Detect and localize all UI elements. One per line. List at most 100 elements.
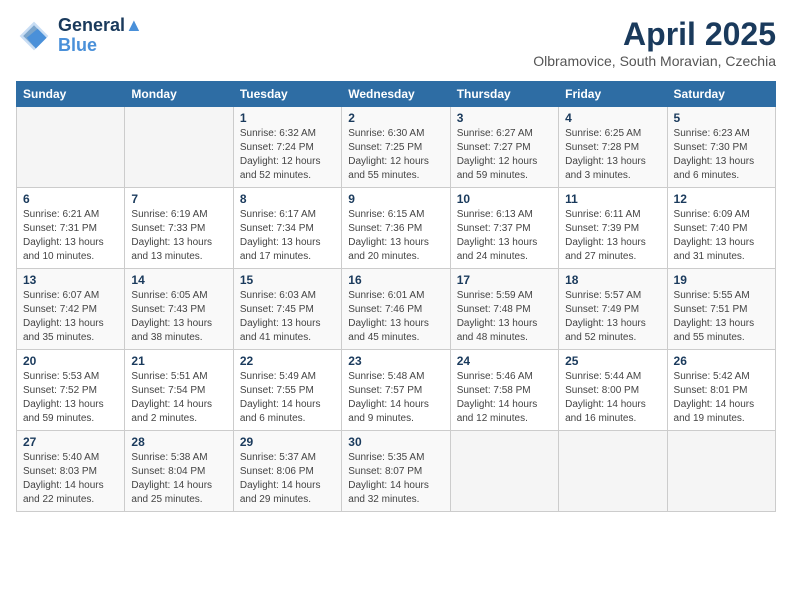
- day-number: 29: [240, 435, 335, 449]
- day-detail: Sunrise: 5:53 AM Sunset: 7:52 PM Dayligh…: [23, 370, 118, 426]
- weekday-header: Friday: [559, 82, 667, 107]
- calendar-week-row: 6Sunrise: 6:21 AM Sunset: 7:31 PM Daylig…: [17, 188, 776, 269]
- page-header: General▲ Blue April 2025 Olbramovice, So…: [16, 16, 776, 69]
- day-number: 1: [240, 111, 335, 125]
- calendar-header-row: SundayMondayTuesdayWednesdayThursdayFrid…: [17, 82, 776, 107]
- calendar-cell: 18 Sunrise: 5:57 AM Sunset: 7:49 PM Dayli…: [559, 269, 667, 350]
- calendar-cell: 12Sunrise: 6:09 AM Sunset: 7:40 PM Dayli…: [667, 188, 775, 269]
- calendar-cell: 24Sunrise: 5:46 AM Sunset: 7:58 PM Dayli…: [450, 350, 558, 431]
- weekday-header: Thursday: [450, 82, 558, 107]
- calendar-week-row: 1 Sunrise: 6:32 AM Sunset: 7:24 PM Daylig…: [17, 107, 776, 188]
- subtitle: Olbramovice, South Moravian, Czechia: [533, 53, 776, 69]
- day-detail: Sunrise: 5:59 AM Sunset: 7:48 PM Dayligh…: [457, 289, 552, 345]
- calendar-cell: 23 Sunrise: 5:48 AM Sunset: 7:57 PM Dayli…: [342, 350, 450, 431]
- calendar-cell: 1 Sunrise: 6:32 AM Sunset: 7:24 PM Daylig…: [233, 107, 341, 188]
- day-detail: Sunrise: 5:38 AM Sunset: 8:04 PM Dayligh…: [131, 451, 226, 507]
- day-number: 15: [240, 273, 335, 287]
- day-detail: Sunrise: 5:40 AM Sunset: 8:03 PM Dayligh…: [23, 451, 118, 507]
- day-number: 5: [674, 111, 769, 125]
- day-detail: Sunrise: 5:35 AM Sunset: 8:07 PM Dayligh…: [348, 451, 443, 507]
- day-number: 23: [348, 354, 443, 368]
- day-detail: Sunrise: 6:17 AM Sunset: 7:34 PM Dayligh…: [240, 208, 335, 264]
- calendar-cell: [559, 431, 667, 512]
- day-detail: Sunrise: 5:46 AM Sunset: 7:58 PM Dayligh…: [457, 370, 552, 426]
- day-detail: Sunrise: 6:07 AM Sunset: 7:42 PM Dayligh…: [23, 289, 118, 345]
- calendar-cell: [450, 431, 558, 512]
- calendar-cell: 14 Sunrise: 6:05 AM Sunset: 7:43 PM Dayli…: [125, 269, 233, 350]
- calendar-table: SundayMondayTuesdayWednesdayThursdayFrid…: [16, 81, 776, 512]
- day-number: 16: [348, 273, 443, 287]
- calendar-cell: 10 Sunrise: 6:13 AM Sunset: 7:37 PM Dayli…: [450, 188, 558, 269]
- calendar-cell: 20Sunrise: 5:53 AM Sunset: 7:52 PM Dayli…: [17, 350, 125, 431]
- calendar-cell: 25Sunrise: 5:44 AM Sunset: 8:00 PM Dayli…: [559, 350, 667, 431]
- calendar-cell: 9 Sunrise: 6:15 AM Sunset: 7:36 PM Daylig…: [342, 188, 450, 269]
- main-title: April 2025: [533, 16, 776, 53]
- day-number: 3: [457, 111, 552, 125]
- day-detail: Sunrise: 5:55 AM Sunset: 7:51 PM Dayligh…: [674, 289, 769, 345]
- day-detail: Sunrise: 5:44 AM Sunset: 8:00 PM Dayligh…: [565, 370, 660, 426]
- calendar-cell: [667, 431, 775, 512]
- calendar-cell: 19Sunrise: 5:55 AM Sunset: 7:51 PM Dayli…: [667, 269, 775, 350]
- calendar-cell: 22 Sunrise: 5:49 AM Sunset: 7:55 PM Dayli…: [233, 350, 341, 431]
- calendar-cell: 7 Sunrise: 6:19 AM Sunset: 7:33 PM Daylig…: [125, 188, 233, 269]
- day-number: 26: [674, 354, 769, 368]
- day-number: 4: [565, 111, 660, 125]
- calendar-cell: 11 Sunrise: 6:11 AM Sunset: 7:39 PM Dayli…: [559, 188, 667, 269]
- day-number: 9: [348, 192, 443, 206]
- calendar-cell: 26 Sunrise: 5:42 AM Sunset: 8:01 PM Dayli…: [667, 350, 775, 431]
- day-detail: Sunrise: 5:49 AM Sunset: 7:55 PM Dayligh…: [240, 370, 335, 426]
- day-number: 13: [23, 273, 118, 287]
- calendar-cell: 5 Sunrise: 6:23 AM Sunset: 7:30 PM Daylig…: [667, 107, 775, 188]
- calendar-cell: [125, 107, 233, 188]
- day-detail: Sunrise: 6:21 AM Sunset: 7:31 PM Dayligh…: [23, 208, 118, 264]
- day-detail: Sunrise: 6:05 AM Sunset: 7:43 PM Dayligh…: [131, 289, 226, 345]
- day-detail: Sunrise: 6:13 AM Sunset: 7:37 PM Dayligh…: [457, 208, 552, 264]
- day-detail: Sunrise: 5:37 AM Sunset: 8:06 PM Dayligh…: [240, 451, 335, 507]
- calendar-cell: 21Sunrise: 5:51 AM Sunset: 7:54 PM Dayli…: [125, 350, 233, 431]
- calendar-cell: 15 Sunrise: 6:03 AM Sunset: 7:45 PM Dayli…: [233, 269, 341, 350]
- calendar-week-row: 13 Sunrise: 6:07 AM Sunset: 7:42 PM Dayli…: [17, 269, 776, 350]
- day-detail: Sunrise: 5:42 AM Sunset: 8:01 PM Dayligh…: [674, 370, 769, 426]
- weekday-header: Monday: [125, 82, 233, 107]
- day-detail: Sunrise: 6:25 AM Sunset: 7:28 PM Dayligh…: [565, 127, 660, 183]
- day-detail: Sunrise: 6:27 AM Sunset: 7:27 PM Dayligh…: [457, 127, 552, 183]
- day-detail: Sunrise: 6:15 AM Sunset: 7:36 PM Dayligh…: [348, 208, 443, 264]
- day-detail: Sunrise: 6:23 AM Sunset: 7:30 PM Dayligh…: [674, 127, 769, 183]
- day-detail: Sunrise: 6:30 AM Sunset: 7:25 PM Dayligh…: [348, 127, 443, 183]
- day-detail: Sunrise: 5:48 AM Sunset: 7:57 PM Dayligh…: [348, 370, 443, 426]
- weekday-header: Wednesday: [342, 82, 450, 107]
- day-detail: Sunrise: 6:19 AM Sunset: 7:33 PM Dayligh…: [131, 208, 226, 264]
- day-number: 7: [131, 192, 226, 206]
- day-number: 14: [131, 273, 226, 287]
- title-block: April 2025 Olbramovice, South Moravian, …: [533, 16, 776, 69]
- calendar-cell: 16 Sunrise: 6:01 AM Sunset: 7:46 PM Dayli…: [342, 269, 450, 350]
- calendar-cell: 29 Sunrise: 5:37 AM Sunset: 8:06 PM Dayli…: [233, 431, 341, 512]
- day-number: 27: [23, 435, 118, 449]
- day-number: 30: [348, 435, 443, 449]
- day-number: 2: [348, 111, 443, 125]
- calendar-week-row: 27 Sunrise: 5:40 AM Sunset: 8:03 PM Dayli…: [17, 431, 776, 512]
- logo: General▲ Blue: [16, 16, 143, 56]
- day-detail: Sunrise: 6:01 AM Sunset: 7:46 PM Dayligh…: [348, 289, 443, 345]
- calendar-cell: 3 Sunrise: 6:27 AM Sunset: 7:27 PM Daylig…: [450, 107, 558, 188]
- day-detail: Sunrise: 6:32 AM Sunset: 7:24 PM Dayligh…: [240, 127, 335, 183]
- day-number: 22: [240, 354, 335, 368]
- day-detail: Sunrise: 6:11 AM Sunset: 7:39 PM Dayligh…: [565, 208, 660, 264]
- calendar-cell: 8Sunrise: 6:17 AM Sunset: 7:34 PM Daylig…: [233, 188, 341, 269]
- day-number: 18: [565, 273, 660, 287]
- day-number: 28: [131, 435, 226, 449]
- day-number: 10: [457, 192, 552, 206]
- logo-icon: [16, 18, 52, 54]
- calendar-cell: 30 Sunrise: 5:35 AM Sunset: 8:07 PM Dayli…: [342, 431, 450, 512]
- logo-text: General▲ Blue: [58, 16, 143, 56]
- day-detail: Sunrise: 6:09 AM Sunset: 7:40 PM Dayligh…: [674, 208, 769, 264]
- day-number: 11: [565, 192, 660, 206]
- day-number: 21: [131, 354, 226, 368]
- day-detail: Sunrise: 5:57 AM Sunset: 7:49 PM Dayligh…: [565, 289, 660, 345]
- calendar-cell: 6Sunrise: 6:21 AM Sunset: 7:31 PM Daylig…: [17, 188, 125, 269]
- calendar-cell: 4 Sunrise: 6:25 AM Sunset: 7:28 PM Daylig…: [559, 107, 667, 188]
- day-number: 17: [457, 273, 552, 287]
- day-detail: Sunrise: 6:03 AM Sunset: 7:45 PM Dayligh…: [240, 289, 335, 345]
- weekday-header: Tuesday: [233, 82, 341, 107]
- calendar-cell: 28 Sunrise: 5:38 AM Sunset: 8:04 PM Dayli…: [125, 431, 233, 512]
